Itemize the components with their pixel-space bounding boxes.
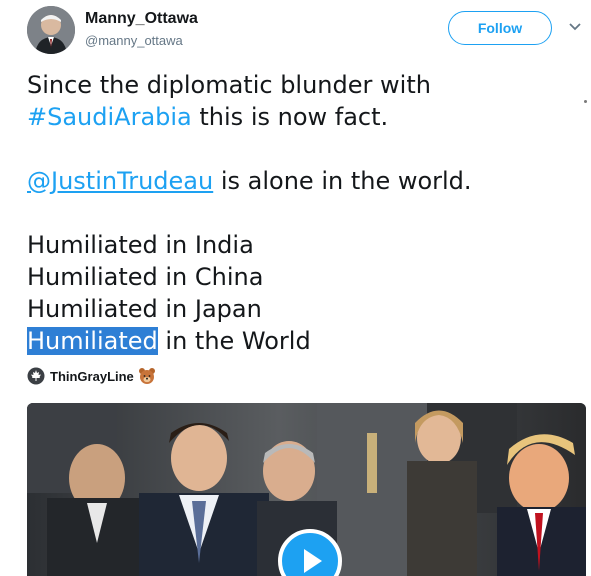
tweet-line: Humiliated in the World	[27, 327, 311, 355]
video-player[interactable]	[27, 403, 586, 576]
tweet-line: Humiliated in Japan	[27, 295, 262, 323]
tweet-line: #SaudiArabia this is now fact.	[27, 103, 389, 131]
play-button[interactable]	[278, 529, 342, 576]
tweet-text: Since the diplomatic blunder with #Saudi…	[27, 69, 567, 357]
tweet-line: @JustinTrudeau is alone in the world.	[27, 167, 472, 195]
follow-button[interactable]: Follow	[448, 11, 552, 45]
app-name: ThinGrayLine	[50, 368, 134, 384]
user-handle[interactable]: @manny_ottawa	[85, 33, 183, 48]
selected-text[interactable]: Humiliated	[27, 327, 158, 355]
play-icon	[304, 549, 322, 573]
mention-link[interactable]: @JustinTrudeau	[27, 167, 213, 195]
bear-emoji-icon	[138, 368, 155, 384]
hashtag-link[interactable]: #SaudiArabia	[27, 103, 192, 131]
app-attribution[interactable]: ThinGrayLine	[27, 366, 156, 386]
tweet-line: Humiliated in China	[27, 263, 264, 291]
user-avatar-icon	[27, 6, 75, 54]
tweet-line: Humiliated in India	[27, 231, 254, 259]
tweet-line: Since the diplomatic blunder with	[27, 71, 431, 99]
dot-marker	[584, 100, 587, 103]
display-name[interactable]: Manny_Ottawa	[85, 10, 198, 28]
chevron-down-icon[interactable]	[568, 22, 582, 32]
avatar[interactable]	[27, 6, 75, 54]
maple-leaf-icon	[27, 367, 45, 385]
